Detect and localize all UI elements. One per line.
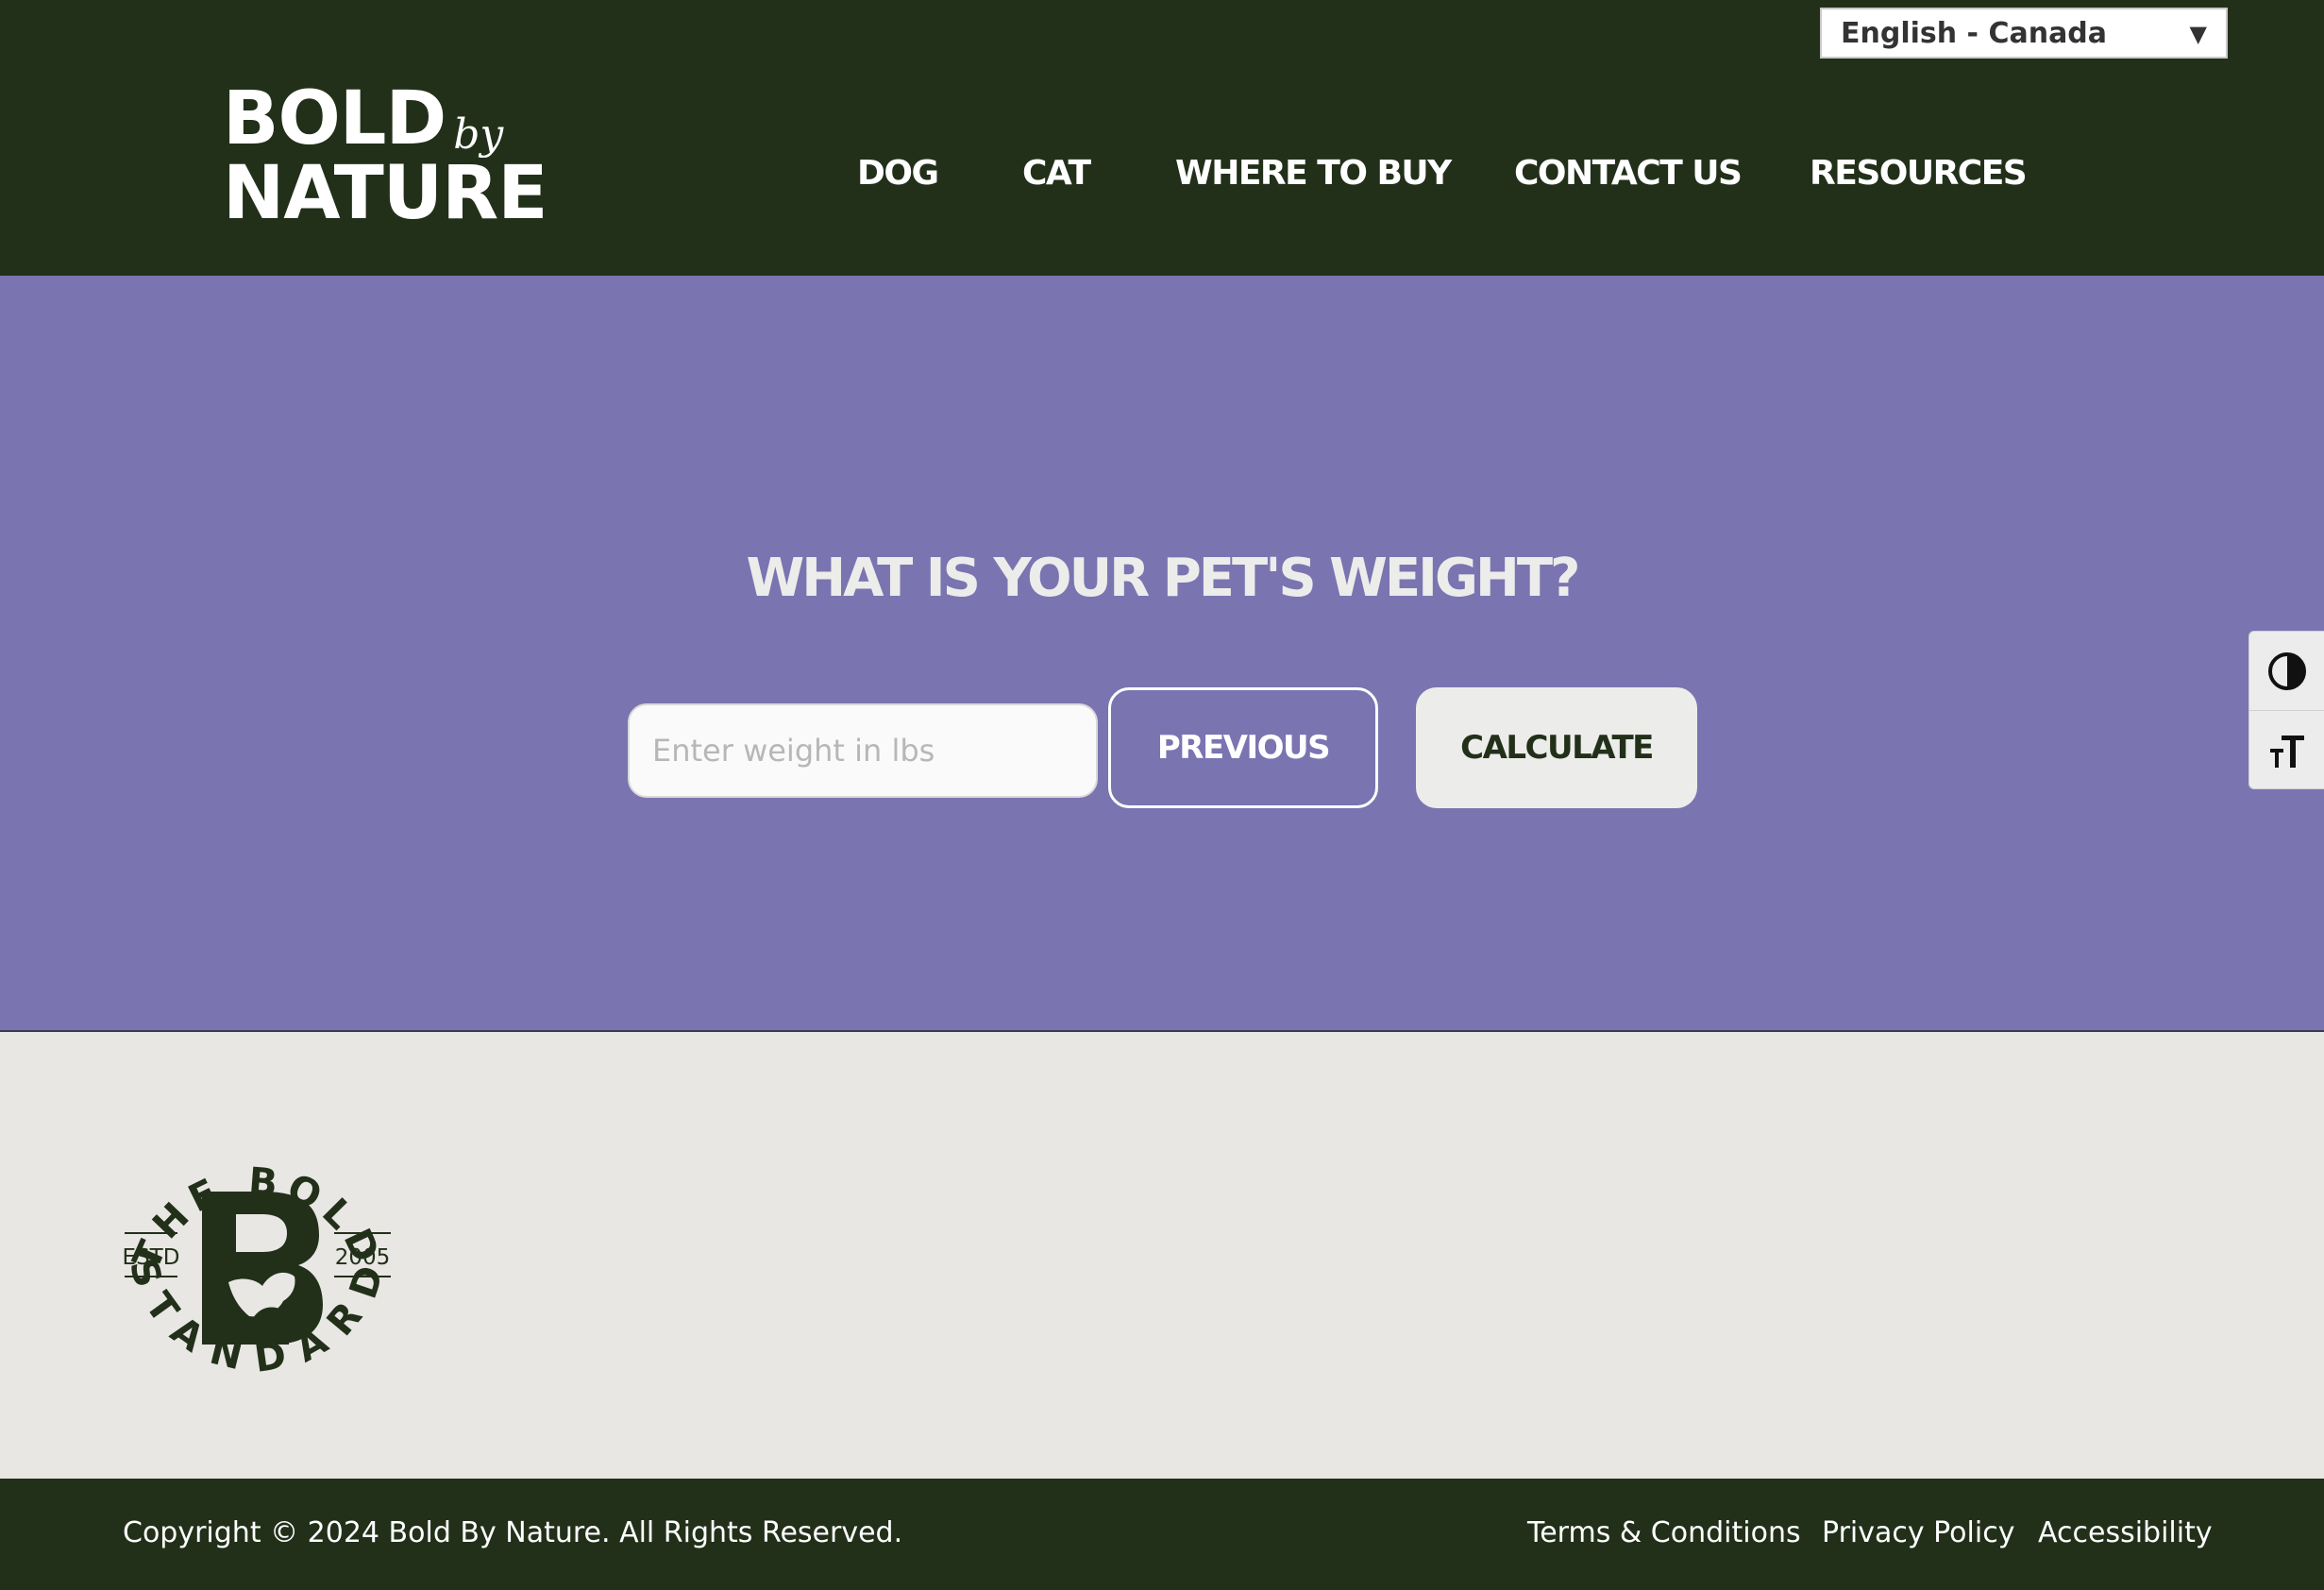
badge-estd-text: ESTD xyxy=(123,1245,180,1270)
language-select[interactable]: English - Canada ▼ xyxy=(1820,8,2228,59)
font-size-toggle-button[interactable] xyxy=(2249,710,2324,788)
previous-button[interactable]: PREVIOUS xyxy=(1108,687,1378,808)
caret-down-icon: ▼ xyxy=(2189,21,2207,47)
weight-input[interactable] xyxy=(628,703,1098,798)
accessibility-toolbar xyxy=(2248,631,2324,789)
weight-calculator-section: WHAT IS YOUR PET'S WEIGHT? PREVIOUS CALC… xyxy=(0,276,2324,1032)
footer-link-privacy[interactable]: Privacy Policy xyxy=(1822,1516,2014,1549)
site-footer: Copyright © 2024 Bold By Nature. All Rig… xyxy=(0,1479,2324,1590)
page-title: WHAT IS YOUR PET'S WEIGHT? xyxy=(746,547,1580,609)
footer-link-terms[interactable]: Terms & Conditions xyxy=(1527,1516,1801,1549)
main-nav: DOG CAT WHERE TO BUY CONTACT US RESOURCE… xyxy=(0,149,2324,202)
text-size-icon xyxy=(2270,735,2304,768)
nav-item-dog[interactable]: DOG xyxy=(857,149,939,198)
nav-item-contact-us[interactable]: CONTACT US xyxy=(1514,149,1743,198)
calculate-button[interactable]: CALCULATE xyxy=(1416,687,1697,808)
nav-item-cat[interactable]: CAT xyxy=(1022,149,1091,198)
nav-item-where-to-buy[interactable]: WHERE TO BUY xyxy=(1175,149,1452,198)
contrast-toggle-button[interactable] xyxy=(2249,632,2324,710)
copyright-text: Copyright © 2024 Bold By Nature. All Rig… xyxy=(123,1516,903,1549)
nav-item-resources[interactable]: RESOURCES xyxy=(1810,149,2028,198)
badge-graphic: THE BOLD STANDARD ESTD 2005 xyxy=(120,1159,391,1381)
badge-b-monogram-icon xyxy=(202,1192,323,1345)
site-header: English - Canada ▼ BOLD by NATURE DOG CA… xyxy=(0,0,2324,276)
logo-text-bold: BOLD xyxy=(223,76,446,161)
language-select-value: English - Canada xyxy=(1841,16,2108,50)
footer-link-accessibility[interactable]: Accessibility xyxy=(2038,1516,2213,1549)
badge-year-text: 2005 xyxy=(335,1245,391,1270)
contrast-icon xyxy=(2268,651,2306,690)
bold-standard-badge: THE BOLD STANDARD ESTD 2005 xyxy=(120,1124,395,1397)
